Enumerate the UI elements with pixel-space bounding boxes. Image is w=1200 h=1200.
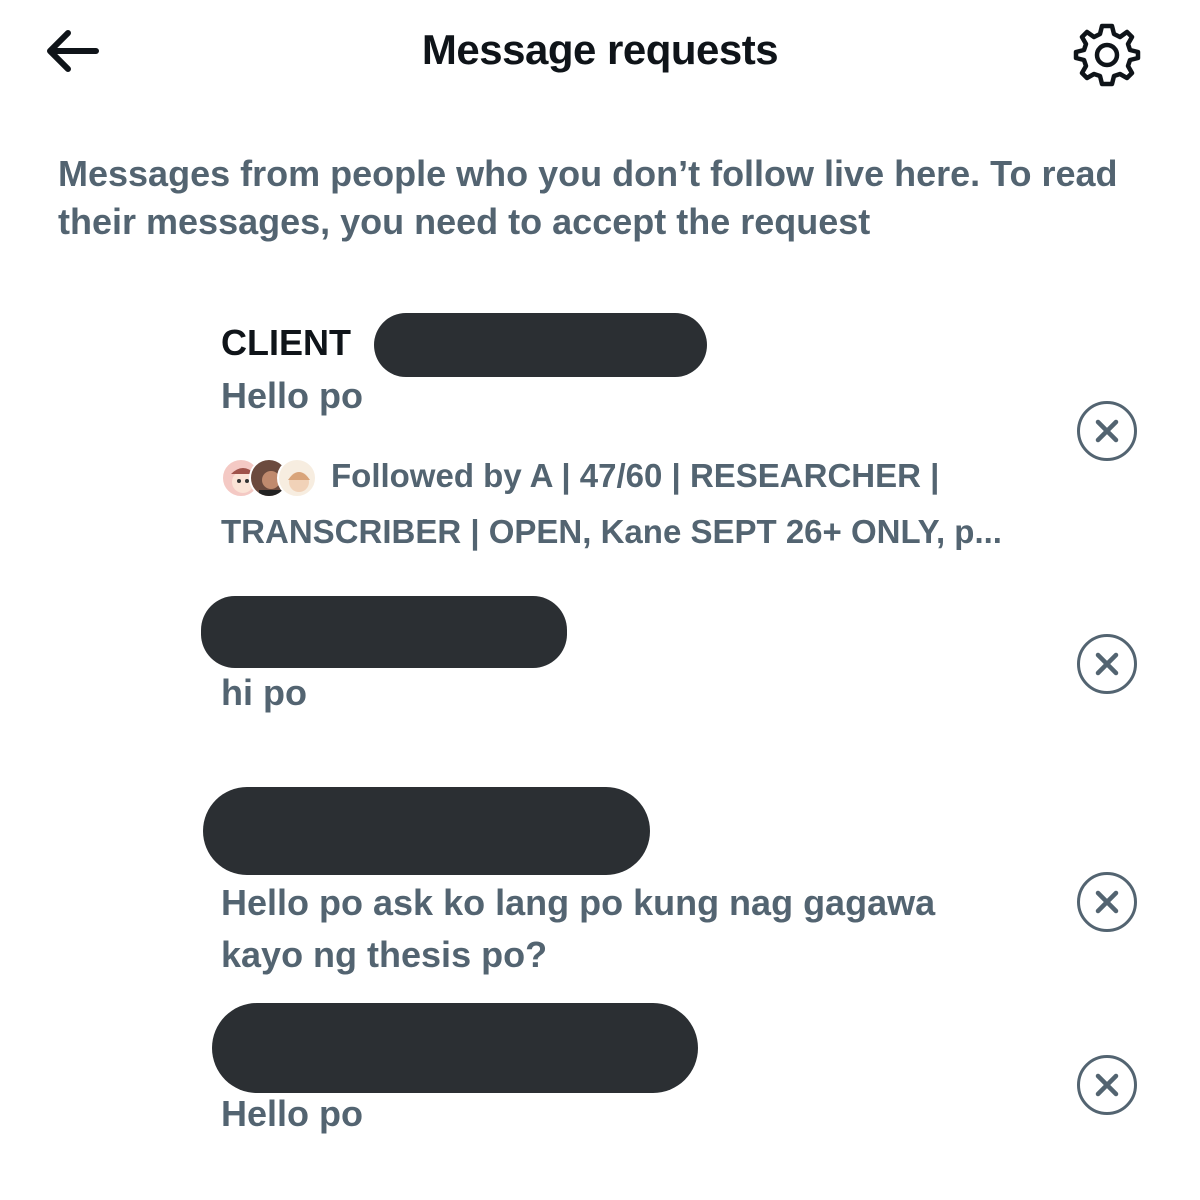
requests-description: Messages from people who you don’t follo… bbox=[58, 153, 1118, 242]
page-title: Message requests bbox=[421, 26, 779, 73]
settings-button[interactable] bbox=[1072, 18, 1142, 88]
dismiss-request-button[interactable] bbox=[1077, 872, 1137, 932]
redacted-name bbox=[203, 787, 650, 875]
redacted-name bbox=[201, 596, 567, 668]
dismiss-request-button[interactable] bbox=[1077, 1055, 1137, 1115]
redacted-name bbox=[212, 1003, 698, 1093]
followed-by: Followed by A | 47/60 | RESEARCHER | TRA… bbox=[221, 448, 1041, 560]
mutual-avatars bbox=[221, 456, 319, 500]
close-icon bbox=[1095, 890, 1119, 914]
close-icon bbox=[1095, 419, 1119, 443]
avatar bbox=[277, 458, 317, 499]
close-icon bbox=[1095, 652, 1119, 676]
gear-icon bbox=[1073, 23, 1141, 87]
redacted-name bbox=[374, 313, 707, 377]
dismiss-request-button[interactable] bbox=[1077, 634, 1137, 694]
message-preview: Hello po ask ko lang po kung nag gagawa … bbox=[221, 882, 936, 975]
message-preview: hi po bbox=[221, 672, 307, 713]
dismiss-request-button[interactable] bbox=[1077, 401, 1137, 461]
sender-name: CLIENT bbox=[221, 322, 351, 363]
close-icon bbox=[1095, 1073, 1119, 1097]
message-preview: Hello po bbox=[221, 1093, 363, 1134]
followed-by-text: Followed by A | 47/60 | RESEARCHER | TRA… bbox=[221, 457, 1002, 550]
message-preview: Hello po bbox=[221, 375, 363, 416]
